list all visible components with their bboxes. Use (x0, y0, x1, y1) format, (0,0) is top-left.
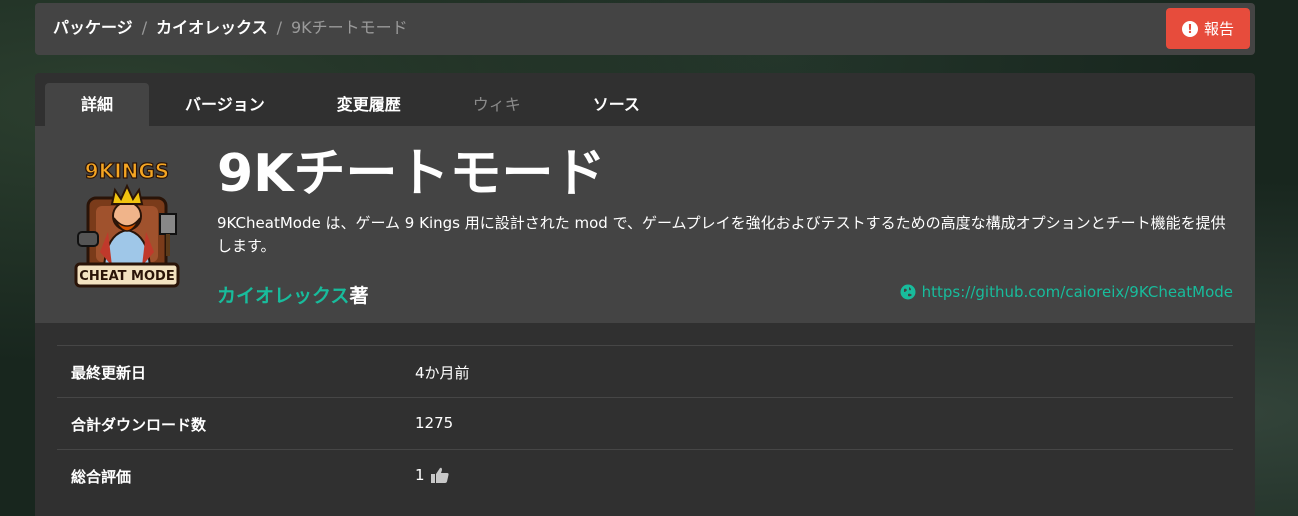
report-button[interactable]: ! 報告 (1166, 8, 1250, 49)
table-row: 合計ダウンロード数 1275 (57, 397, 1233, 449)
info-value: 4か月前 (415, 362, 470, 383)
info-value: 1275 (415, 414, 453, 432)
downloads-value: 1275 (415, 414, 454, 432)
exclamation-circle-icon: ! (1181, 20, 1198, 37)
author-link[interactable]: カイオレックス (217, 285, 349, 307)
package-author: カイオレックス著 (217, 281, 368, 308)
tab-source[interactable]: ソース (557, 83, 676, 126)
package-description: 9KCheatMode は、ゲーム 9 Kings 用に設計された mod で、… (217, 214, 1226, 255)
package-panel: 詳細 バージョン 変更履歴 ウィキ ソース 9KINGS CHEAT MODE … (35, 73, 1255, 516)
package-header: 9KINGS CHEAT MODE 9Kチートモード 9KCheatMode は… (35, 126, 1255, 323)
author-suffix: 著 (349, 285, 369, 307)
breadcrumb-packages[interactable]: パッケージ (53, 18, 133, 37)
info-table: 最終更新日 4か月前 合計ダウンロード数 1275 総合評価 1 (57, 345, 1233, 501)
tab-changelog[interactable]: 変更履歴 (301, 83, 437, 126)
globe-icon (900, 284, 916, 300)
rating-value: 1 (415, 466, 425, 484)
breadcrumb: パッケージ / カイオレックス / 9Kチートモード (53, 18, 408, 38)
breadcrumb-separator: / (141, 18, 148, 37)
tab-bar: 詳細 バージョン 変更履歴 ウィキ ソース (45, 83, 676, 126)
breadcrumb-bar: パッケージ / カイオレックス / 9Kチートモード ! 報告 (35, 3, 1255, 55)
last-updated-value: 4か月前 (415, 364, 470, 382)
repo-url: https://github.com/caioreix/9KCheatMode (921, 283, 1233, 301)
tab-details[interactable]: 詳細 (45, 83, 150, 126)
info-label: 総合評価 (71, 468, 132, 486)
info-label: 合計ダウンロード数 (71, 416, 207, 434)
info-label: 最終更新日 (71, 364, 147, 382)
breadcrumb-current: 9Kチートモード (291, 18, 408, 37)
logo-top-text: 9KINGS (85, 159, 169, 183)
table-row: 最終更新日 4か月前 (57, 345, 1233, 397)
package-title: 9Kチートモード (217, 144, 606, 204)
breadcrumb-author[interactable]: カイオレックス (156, 18, 268, 37)
thumbs-up-icon[interactable] (430, 467, 449, 483)
logo-bottom-text: CHEAT MODE (79, 269, 174, 284)
info-value: 1 (415, 466, 449, 484)
table-row: 総合評価 1 (57, 449, 1233, 501)
package-logo: 9KINGS CHEAT MODE (74, 158, 180, 288)
breadcrumb-separator: / (276, 18, 282, 37)
report-button-label: 報告 (1203, 20, 1234, 38)
tab-versions[interactable]: バージョン (149, 83, 301, 126)
repo-link[interactable]: https://github.com/caioreix/9KCheatMode (900, 283, 1233, 301)
tab-wiki: ウィキ (472, 95, 521, 114)
